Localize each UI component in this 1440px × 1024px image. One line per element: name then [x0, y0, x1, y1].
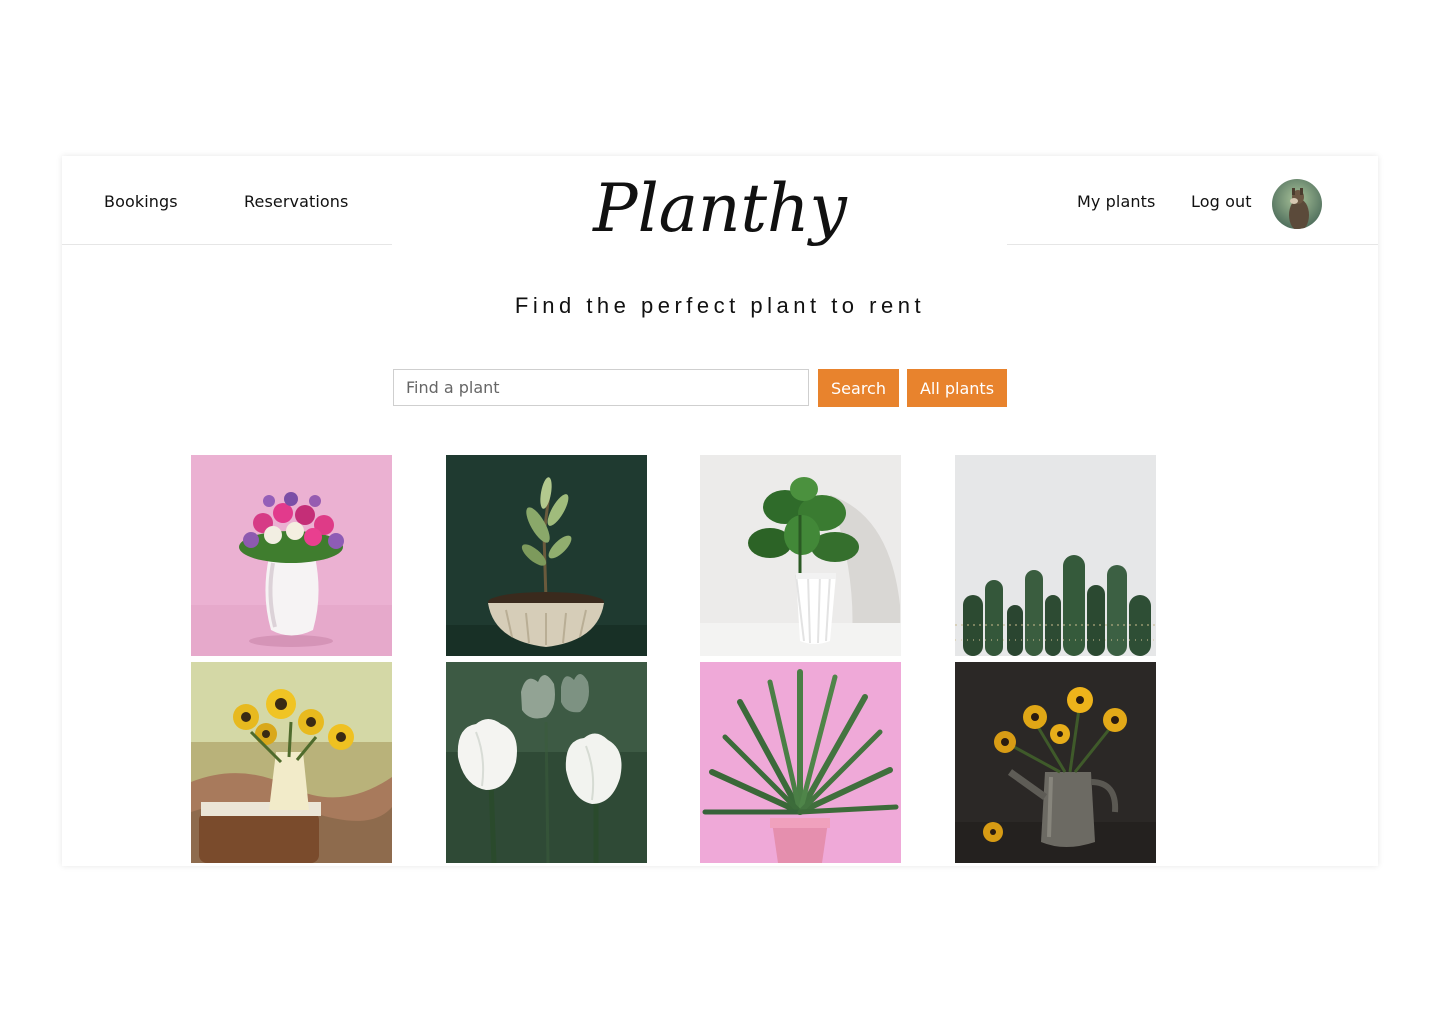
- cactus-row-image: [955, 455, 1156, 656]
- plant-card-aloe[interactable]: [700, 662, 901, 863]
- monstera-white-pot-image: [700, 455, 901, 656]
- pink-tulips-roses-white-vase-image: [191, 455, 392, 656]
- yellow-flowers-watering-can-image: [955, 662, 1156, 863]
- sunflowers-in-basket-image: [191, 662, 392, 863]
- plant-card-yellow-flowers[interactable]: [955, 662, 1156, 863]
- plant-card-sapling[interactable]: [446, 455, 647, 656]
- app-window: Bookings Reservations Planthy My plants …: [62, 156, 1378, 866]
- plant-card-white-tulips[interactable]: [446, 662, 647, 863]
- white-tulips-image: [446, 662, 647, 863]
- sapling-in-ribbed-bowl-image: [446, 455, 647, 656]
- plant-card-monstera[interactable]: [700, 455, 901, 656]
- nav-logout-link[interactable]: Log out: [1191, 192, 1252, 211]
- plant-card-cactus[interactable]: [955, 455, 1156, 656]
- brand-logo[interactable]: Planthy: [62, 170, 1378, 247]
- plant-card-tulip-bouquet[interactable]: [191, 455, 392, 656]
- plant-search-input[interactable]: [393, 369, 809, 406]
- all-plants-button[interactable]: All plants: [907, 369, 1007, 407]
- nav-my-plants-link[interactable]: My plants: [1077, 192, 1155, 211]
- aloe-pink-pot-image: [700, 662, 901, 863]
- plant-card-sunflowers[interactable]: [191, 662, 392, 863]
- search-button[interactable]: Search: [818, 369, 899, 407]
- hero-tagline: Find the perfect plant to rent: [514, 293, 926, 318]
- user-avatar[interactable]: [1272, 179, 1322, 229]
